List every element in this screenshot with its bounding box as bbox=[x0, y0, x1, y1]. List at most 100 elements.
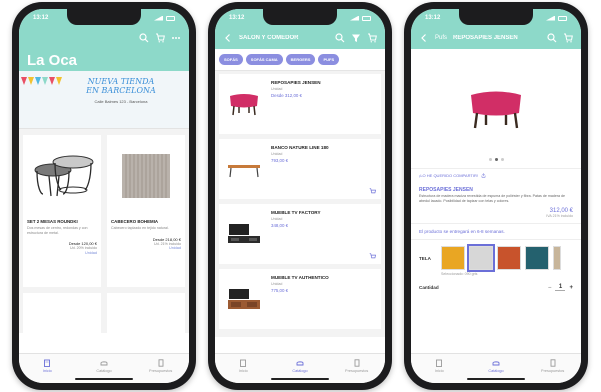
detail-screen: 13:12 Pufs REPOSAPIES JENSEN ¡LO HE QUER… bbox=[411, 9, 581, 383]
fabric-selector: TELA bbox=[411, 240, 581, 273]
product-price: 793,00 € bbox=[271, 158, 289, 163]
product-image-ottoman bbox=[223, 78, 265, 130]
product-detail: ¡LO HE QUERIDO COMPARTIR! REPOSAPIES JEN… bbox=[411, 49, 581, 292]
home-indicator bbox=[467, 378, 525, 380]
tab-catalogo[interactable]: Catálogo bbox=[84, 359, 124, 373]
catalog-icon bbox=[492, 361, 500, 366]
delivery-notice: El producto se entregará en 6-8 semanas. bbox=[411, 223, 581, 241]
list-item[interactable]: MUEBLE TV FACTORY Unidad 348,00 € bbox=[219, 204, 381, 264]
back-icon[interactable] bbox=[223, 33, 233, 43]
swatch-rust[interactable] bbox=[497, 246, 521, 271]
document-icon bbox=[550, 359, 556, 367]
tab-presupuestos[interactable]: Presupuestos bbox=[337, 359, 377, 373]
catalog-icon bbox=[100, 361, 108, 366]
tab-catalogo[interactable]: Catálogo bbox=[280, 359, 320, 373]
product-name: REPOSAPIES JENSEN bbox=[419, 187, 473, 193]
chip-sofas-cama[interactable]: SOFÁS CAMA bbox=[245, 54, 283, 65]
search-icon[interactable] bbox=[547, 33, 557, 43]
home-screen: 13:12 La Oca NUEVA TIENDA EN BARCELONA C… bbox=[19, 9, 189, 383]
quantity-row: Cantidad – 1 + bbox=[411, 276, 581, 292]
swatch-grey-selected[interactable] bbox=[467, 244, 495, 273]
battery-icon bbox=[558, 15, 567, 21]
list-item[interactable]: REPOSAPIES JENSEN Unidad Desde 312,00 € bbox=[219, 74, 381, 134]
product-card[interactable]: SET 2 MESAS ROUNDKI Dos mesas de centro,… bbox=[23, 135, 101, 287]
product-card[interactable]: CABECERO BOHEMIA Cabecero tapizado en te… bbox=[107, 135, 185, 287]
chip-bergers[interactable]: BERGERS bbox=[285, 54, 316, 65]
product-unit-link[interactable]: Unidad bbox=[27, 251, 97, 256]
product-image-tables bbox=[27, 139, 97, 213]
tab-label: Presupuestos bbox=[541, 369, 565, 373]
cart-icon[interactable] bbox=[155, 33, 165, 43]
tab-presupuestos[interactable]: Presupuestos bbox=[141, 359, 181, 373]
tab-inicio[interactable]: Inicio bbox=[27, 359, 67, 373]
tab-label: Inicio bbox=[42, 369, 52, 373]
search-icon[interactable] bbox=[139, 33, 149, 43]
swatch-teal[interactable] bbox=[525, 246, 549, 271]
back-label[interactable]: Pufs bbox=[435, 35, 447, 41]
swatch-yellow[interactable] bbox=[441, 246, 465, 271]
swatch-beige[interactable] bbox=[553, 246, 561, 271]
phone-product-detail: 13:12 Pufs REPOSAPIES JENSEN ¡LO HE QUER… bbox=[404, 2, 588, 390]
product-unit-link[interactable]: Unidad bbox=[111, 246, 181, 251]
banner-title-line: NUEVA TIENDA bbox=[87, 77, 155, 86]
phone-category: 13:12 SALÓN Y COMEDOR SOFÁS SOFÁS CAMA B… bbox=[208, 2, 392, 390]
product-card[interactable] bbox=[107, 293, 185, 333]
notch bbox=[459, 9, 533, 25]
promo-banner[interactable]: NUEVA TIENDA EN BARCELONA Calle Balmes 1… bbox=[19, 71, 189, 129]
tab-label: Inicio bbox=[238, 369, 248, 373]
product-unit: Unidad bbox=[271, 282, 283, 286]
product-grid-next-row bbox=[19, 293, 189, 333]
phone-home: 13:12 La Oca NUEVA TIENDA EN BARCELONA C… bbox=[12, 2, 196, 390]
qty-plus-button[interactable]: + bbox=[569, 285, 573, 291]
qty-minus-button[interactable]: – bbox=[548, 285, 551, 291]
product-desc: Cabecero tapizado en tejido natural. bbox=[111, 226, 169, 230]
document-icon bbox=[354, 359, 360, 367]
add-to-cart-icon[interactable] bbox=[369, 253, 376, 260]
detail-title: REPOSAPIES JENSEN bbox=[453, 35, 518, 41]
product-name: BANCO NATURE LINE 180 bbox=[271, 145, 329, 150]
tab-label: Presupuestos bbox=[149, 369, 173, 373]
notch bbox=[67, 9, 141, 25]
product-image-carousel[interactable] bbox=[411, 49, 581, 169]
status-time: 13:12 bbox=[229, 15, 245, 21]
status-time: 13:12 bbox=[425, 15, 441, 21]
list-item[interactable]: BANCO NATURE LINE 180 Unidad 793,00 € bbox=[219, 139, 381, 199]
home-indicator bbox=[271, 378, 329, 380]
product-price: Desde 312,00 € bbox=[271, 93, 303, 98]
chip-pufs[interactable]: PUFS bbox=[318, 54, 340, 65]
tab-catalogo[interactable]: Catálogo bbox=[476, 359, 516, 373]
product-price: 348,00 € bbox=[271, 223, 289, 228]
fabric-label: TELA bbox=[419, 255, 431, 261]
product-unit: Unidad bbox=[271, 152, 283, 156]
cart-icon[interactable] bbox=[367, 33, 377, 43]
tab-inicio[interactable]: Inicio bbox=[419, 359, 459, 373]
add-to-cart-icon[interactable] bbox=[369, 188, 376, 195]
category-title: SALÓN Y COMEDOR bbox=[239, 35, 299, 41]
home-icon bbox=[436, 359, 443, 367]
list-item[interactable]: MUEBLE TV AUTHENTICO Unidad 775,00 € bbox=[219, 269, 381, 329]
more-icon[interactable] bbox=[171, 33, 181, 43]
chip-sofas[interactable]: SOFÁS bbox=[219, 54, 243, 65]
filter-icon[interactable] bbox=[351, 33, 361, 43]
tab-presupuestos[interactable]: Presupuestos bbox=[533, 359, 573, 373]
battery-icon bbox=[362, 15, 371, 21]
tab-inicio[interactable]: Inicio bbox=[223, 359, 263, 373]
tab-label: Catálogo bbox=[96, 369, 112, 373]
back-icon[interactable] bbox=[419, 33, 429, 43]
quantity-stepper: – 1 + bbox=[548, 284, 573, 292]
price-unit: IVA 21% incluido bbox=[546, 214, 573, 219]
subcategory-chips: SOFÁS SOFÁS CAMA BERGERS PUFS bbox=[215, 49, 385, 71]
search-icon[interactable] bbox=[335, 33, 345, 43]
product-card[interactable] bbox=[23, 293, 101, 333]
document-icon bbox=[158, 359, 164, 367]
product-price: 775,00 € bbox=[271, 288, 289, 293]
banner-subtitle: Calle Balmes 123 - Barcelona bbox=[94, 99, 148, 104]
battery-icon bbox=[166, 15, 175, 21]
share-row[interactable]: ¡LO HE QUERIDO COMPARTIR! bbox=[411, 169, 581, 182]
cart-icon[interactable] bbox=[563, 33, 573, 43]
status-time: 13:12 bbox=[33, 15, 49, 21]
home-icon bbox=[44, 359, 51, 367]
carousel-dots bbox=[411, 158, 581, 161]
qty-value[interactable]: 1 bbox=[555, 284, 566, 292]
product-name: SET 2 MESAS ROUNDKI bbox=[27, 219, 78, 224]
